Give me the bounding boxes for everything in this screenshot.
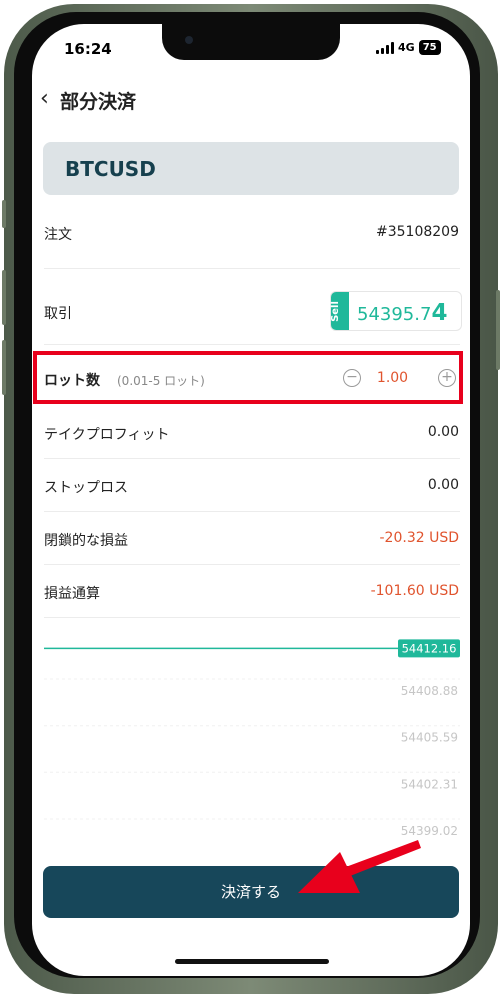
home-indicator <box>175 959 329 964</box>
annotation-arrow <box>298 840 421 893</box>
